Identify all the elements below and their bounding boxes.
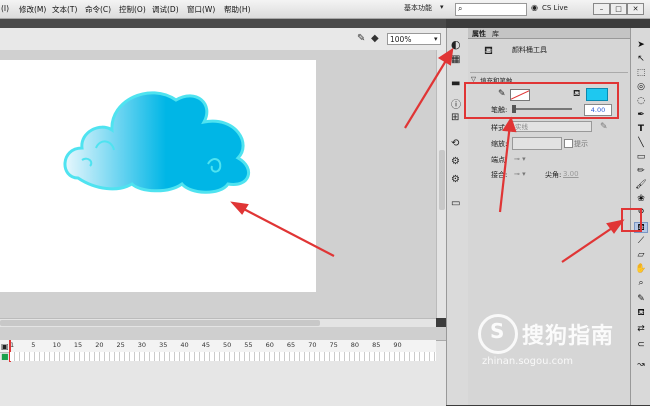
logo-letter: S	[490, 319, 505, 343]
watermark-url: zhinan.sogou.com	[482, 356, 574, 367]
sogou-logo: S	[478, 314, 518, 354]
arrow-head	[502, 116, 517, 133]
arrow-line	[237, 205, 335, 257]
arrow-line	[498, 123, 512, 213]
watermark-brand: 搜狗指南	[522, 324, 615, 349]
arrow-line	[404, 53, 451, 129]
arrow-head	[437, 47, 454, 66]
watermark: S 搜狗指南 zhinan.sogou.com	[470, 312, 640, 372]
arrow-head	[230, 201, 249, 215]
arrow-line	[561, 223, 619, 263]
